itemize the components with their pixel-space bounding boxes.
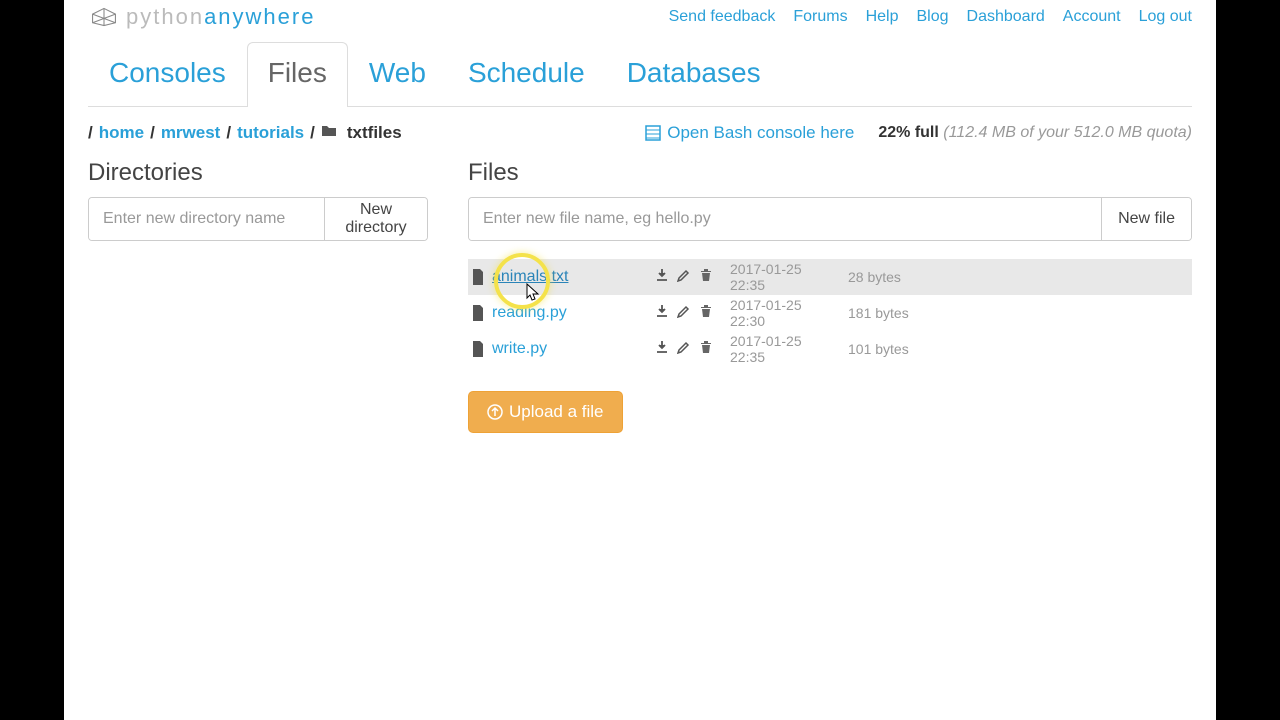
quota-detail: (112.4 MB of your 512.0 MB quota) — [943, 124, 1192, 141]
file-date: 2017-01-25 22:35 — [730, 261, 840, 293]
file-name-link[interactable]: animals.txt — [492, 268, 642, 286]
breadcrumb: / home / mrwest / tutorials / txtfiles — [88, 123, 402, 143]
folder-icon — [321, 123, 341, 143]
top-bar: pythonanywhere Send feedback Forums Help… — [88, 0, 1192, 42]
tab-schedule[interactable]: Schedule — [447, 42, 606, 107]
open-bash-link[interactable]: Open Bash console here — [645, 123, 854, 143]
main-tabs: Consoles Files Web Schedule Databases — [88, 42, 1192, 107]
file-size: 28 bytes — [848, 269, 918, 285]
nav-logout[interactable]: Log out — [1139, 8, 1192, 26]
logo-icon — [88, 7, 120, 27]
breadcrumb-sep: / — [310, 123, 315, 143]
file-date: 2017-01-25 22:35 — [730, 333, 840, 365]
nav-dashboard[interactable]: Dashboard — [967, 8, 1045, 26]
file-date: 2017-01-25 22:30 — [730, 297, 840, 329]
upload-file-button[interactable]: Upload a file — [468, 391, 623, 433]
path-row: / home / mrwest / tutorials / txtfiles O… — [88, 107, 1192, 159]
file-row[interactable]: write.py 2017-01-25 22:35 101 bytes — [468, 331, 1192, 367]
logo[interactable]: pythonanywhere — [88, 4, 315, 30]
new-directory-button[interactable]: New directory — [324, 198, 427, 240]
upload-label: Upload a file — [509, 402, 604, 422]
download-icon[interactable] — [654, 340, 670, 359]
nav-forums[interactable]: Forums — [793, 8, 847, 26]
file-icon — [472, 269, 484, 285]
file-icon — [472, 305, 484, 321]
logo-text: pythonanywhere — [126, 4, 315, 30]
delete-icon[interactable] — [698, 304, 714, 323]
tab-web[interactable]: Web — [348, 42, 447, 107]
file-size: 181 bytes — [848, 305, 918, 321]
file-name-link[interactable]: write.py — [492, 340, 642, 358]
terminal-icon — [645, 125, 661, 141]
nav-blog[interactable]: Blog — [916, 8, 948, 26]
files-title: Files — [468, 159, 1192, 187]
top-nav: Send feedback Forums Help Blog Dashboard… — [669, 8, 1192, 26]
quota-info: 22% full (112.4 MB of your 512.0 MB quot… — [878, 124, 1192, 142]
bash-link-label: Open Bash console here — [667, 123, 854, 143]
breadcrumb-sep: / — [226, 123, 231, 143]
nav-help[interactable]: Help — [866, 8, 899, 26]
nav-send-feedback[interactable]: Send feedback — [669, 8, 776, 26]
delete-icon[interactable] — [698, 268, 714, 287]
tab-databases[interactable]: Databases — [606, 42, 782, 107]
breadcrumb-sep: / — [88, 123, 93, 143]
file-row[interactable]: animals.txt 2017-01-25 22:35 28 bytes — [468, 259, 1192, 295]
edit-icon[interactable] — [676, 340, 692, 359]
file-name-link[interactable]: reading.py — [492, 304, 642, 322]
breadcrumb-tutorials[interactable]: tutorials — [237, 123, 304, 143]
new-file-input[interactable] — [469, 198, 1101, 240]
directories-title: Directories — [88, 159, 428, 187]
new-directory-input[interactable] — [89, 198, 324, 240]
breadcrumb-current: txtfiles — [347, 123, 402, 143]
file-row[interactable]: reading.py 2017-01-25 22:30 181 bytes — [468, 295, 1192, 331]
breadcrumb-home[interactable]: home — [99, 123, 144, 143]
delete-icon[interactable] — [698, 340, 714, 359]
upload-icon — [487, 404, 503, 420]
tab-files[interactable]: Files — [247, 42, 348, 107]
file-size: 101 bytes — [848, 341, 918, 357]
file-list: animals.txt 2017-01-25 22:35 28 bytes — [468, 259, 1192, 367]
nav-account[interactable]: Account — [1063, 8, 1121, 26]
breadcrumb-user[interactable]: mrwest — [161, 123, 221, 143]
edit-icon[interactable] — [676, 304, 692, 323]
edit-icon[interactable] — [676, 268, 692, 287]
quota-pct: 22% full — [878, 124, 938, 141]
download-icon[interactable] — [654, 268, 670, 287]
tab-consoles[interactable]: Consoles — [88, 42, 247, 107]
file-icon — [472, 341, 484, 357]
download-icon[interactable] — [654, 304, 670, 323]
new-file-button[interactable]: New file — [1101, 198, 1191, 240]
breadcrumb-sep: / — [150, 123, 155, 143]
